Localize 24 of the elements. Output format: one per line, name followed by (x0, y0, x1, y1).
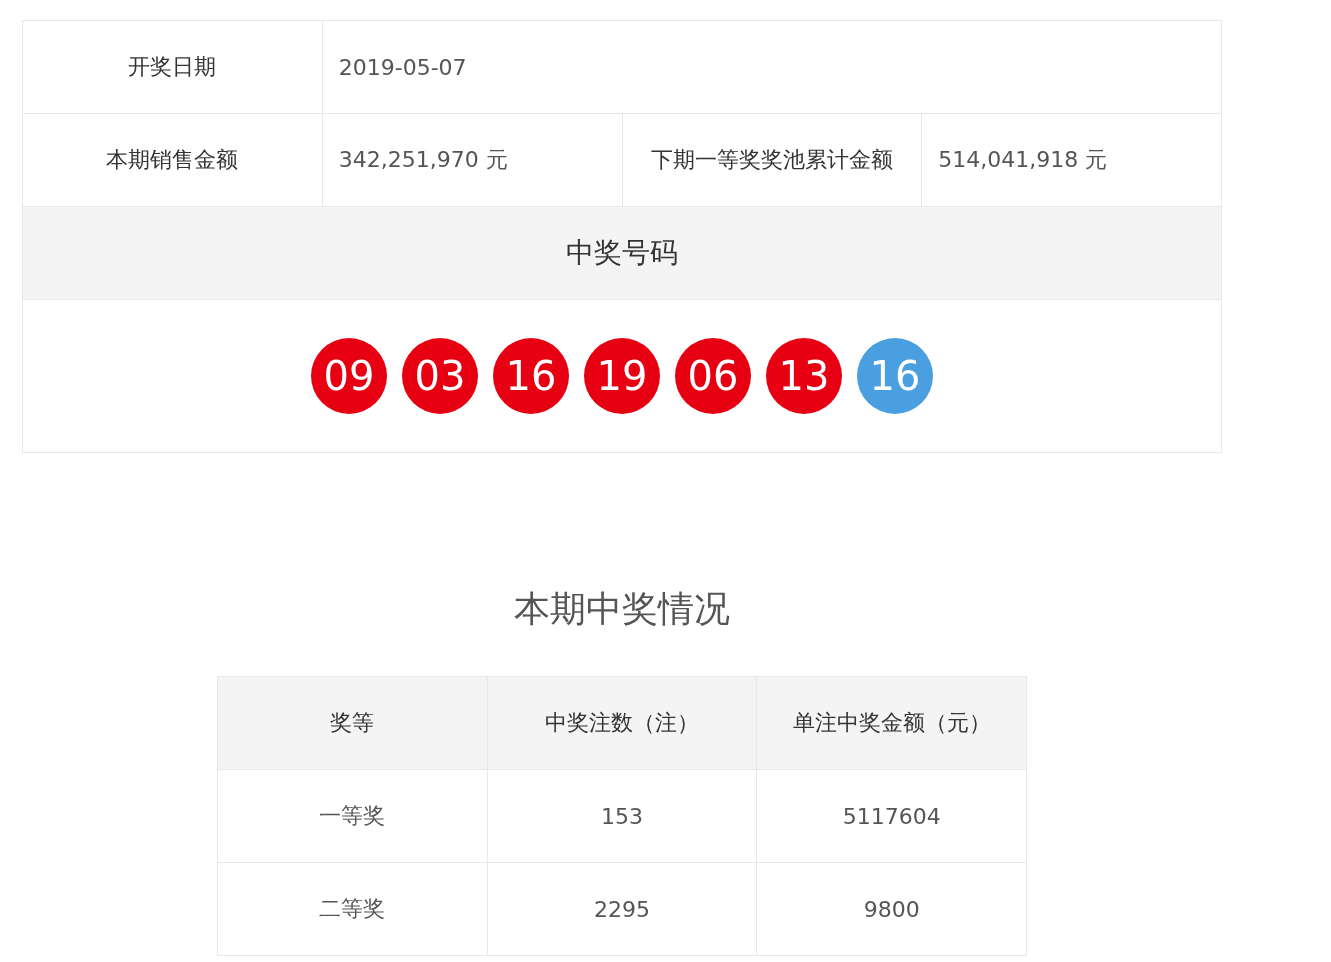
table-cell: 153 (487, 769, 757, 863)
column-header: 中奖注数（注） (487, 676, 757, 770)
section-title: 本期中奖情况 (513, 587, 731, 631)
prize-pool-amount: 514,041,918 元 (921, 113, 1222, 207)
draw-date: 2019-05-07 (322, 20, 1222, 114)
sales-amount: 342,251,970 元 (322, 113, 622, 207)
lottery-ball: 09 (311, 338, 387, 414)
lottery-ball: 06 (675, 338, 751, 414)
sales-label: 本期销售金额 (22, 113, 323, 207)
column-header: 奖等 (217, 676, 488, 770)
table-cell: 2295 (487, 862, 757, 956)
lottery-ball: 13 (766, 338, 842, 414)
table-cell: 二等奖 (217, 862, 488, 956)
winning-numbers-title: 中奖号码 (22, 206, 1222, 300)
table-cell: 9800 (756, 862, 1027, 956)
table-cell: 5117604 (756, 769, 1027, 863)
lottery-ball: 03 (402, 338, 478, 414)
date-label: 开奖日期 (22, 20, 323, 114)
column-header: 单注中奖金额（元） (756, 676, 1027, 770)
lottery-ball: 19 (584, 338, 660, 414)
lottery-ball: 16 (493, 338, 569, 414)
table-cell: 一等奖 (217, 769, 488, 863)
prize-pool-label: 下期一等奖奖池累计金额 (622, 113, 922, 207)
lottery-ball: 16 (857, 338, 933, 414)
